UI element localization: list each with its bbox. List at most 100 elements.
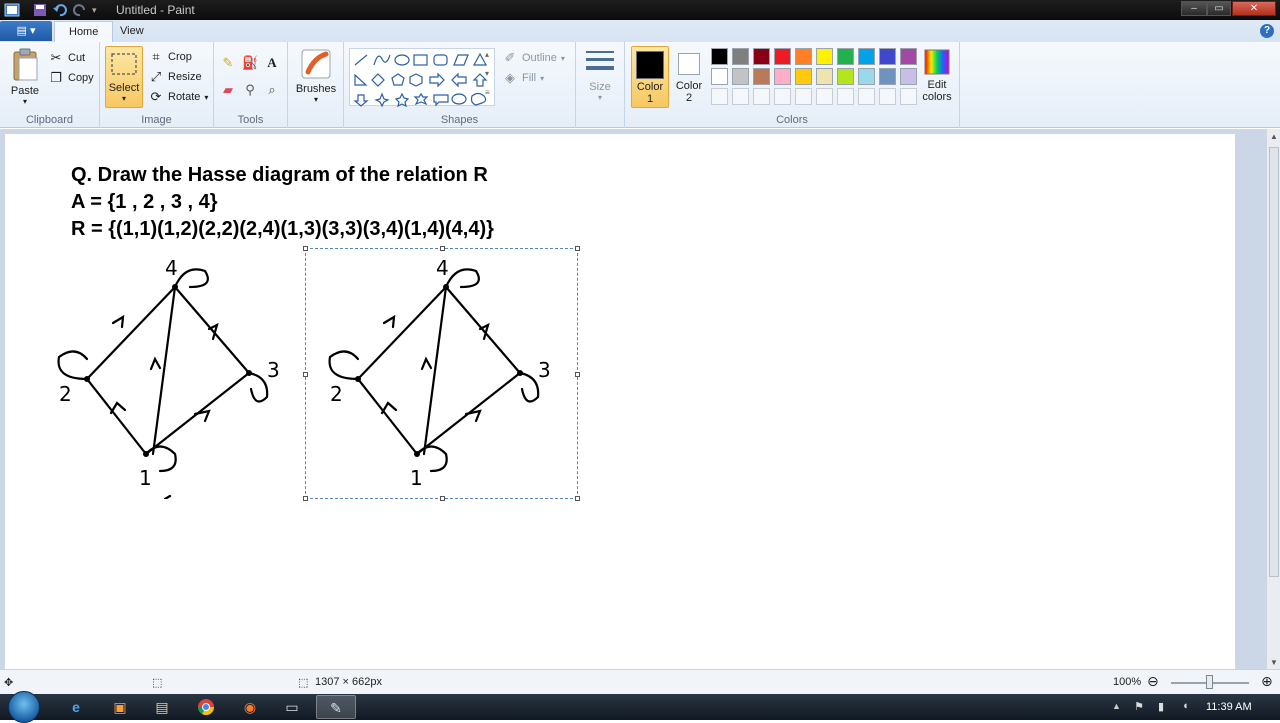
scrollbar-thumb[interactable] bbox=[1269, 147, 1279, 577]
redo-icon[interactable] bbox=[72, 2, 88, 18]
crop-button[interactable]: ⌗ Crop bbox=[148, 49, 192, 65]
file-explorer-icon[interactable]: ▤ bbox=[142, 695, 182, 719]
palette-color-swatch[interactable] bbox=[795, 68, 812, 85]
paint-taskbar-button[interactable]: ✎ bbox=[316, 695, 356, 719]
selection-handle-mr[interactable] bbox=[575, 372, 580, 377]
start-button[interactable] bbox=[8, 691, 40, 723]
volume-icon[interactable]: ◖ bbox=[1182, 700, 1189, 712]
palette-custom-swatch[interactable] bbox=[816, 88, 833, 105]
palette-custom-swatch[interactable] bbox=[732, 88, 749, 105]
zoom-slider-thumb[interactable] bbox=[1206, 675, 1213, 689]
palette-color-swatch[interactable] bbox=[774, 48, 791, 65]
palette-color-swatch[interactable] bbox=[711, 68, 728, 85]
paint-app-icon[interactable] bbox=[4, 2, 20, 18]
customize-quick-access-icon[interactable]: ▾ bbox=[92, 2, 108, 18]
resize-button[interactable]: ⤢ Resize bbox=[148, 69, 202, 85]
palette-color-swatch[interactable] bbox=[753, 48, 770, 65]
text-tool-icon[interactable]: A bbox=[264, 55, 280, 71]
selection-box[interactable]: 4 2 3 1 bbox=[303, 246, 580, 501]
close-button[interactable]: ✕ bbox=[1232, 1, 1276, 16]
selection-handle-bl[interactable] bbox=[303, 496, 308, 501]
internet-explorer-icon[interactable]: e bbox=[56, 695, 96, 719]
edit-colors-button[interactable]: Edit colors bbox=[917, 48, 957, 103]
maximize-button[interactable]: ▭ bbox=[1207, 1, 1231, 16]
palette-color-swatch[interactable] bbox=[879, 48, 896, 65]
palette-custom-swatch[interactable] bbox=[858, 88, 875, 105]
fill-bucket-icon[interactable]: ⛽ bbox=[242, 55, 258, 71]
selection-handle-tr[interactable] bbox=[575, 246, 580, 251]
palette-color-swatch[interactable] bbox=[837, 68, 854, 85]
zoom-out-icon[interactable]: ⊖ bbox=[1147, 673, 1159, 690]
zoom-in-icon[interactable]: ⊕ bbox=[1261, 673, 1273, 690]
palette-custom-swatch[interactable] bbox=[753, 88, 770, 105]
scroll-down-icon[interactable]: ▼ bbox=[1267, 658, 1280, 667]
vertical-scrollbar[interactable]: ▲ ▼ bbox=[1266, 129, 1280, 669]
palette-color-swatch[interactable] bbox=[711, 48, 728, 65]
select-dropdown-icon[interactable]: ▾ bbox=[106, 94, 142, 103]
palette-color-swatch[interactable] bbox=[816, 68, 833, 85]
palette-color-swatch[interactable] bbox=[837, 48, 854, 65]
palette-custom-swatch[interactable] bbox=[774, 88, 791, 105]
color2-button[interactable]: Color 2 bbox=[671, 46, 707, 108]
palette-custom-swatch[interactable] bbox=[795, 88, 812, 105]
taskbar-clock[interactable]: 11:39 AM bbox=[1206, 701, 1252, 713]
eraser-icon[interactable]: ▰ bbox=[220, 82, 236, 98]
palette-color-swatch[interactable] bbox=[774, 68, 791, 85]
tab-home[interactable]: Home bbox=[54, 21, 114, 42]
selection-handle-bm[interactable] bbox=[440, 496, 445, 501]
palette-color-swatch[interactable] bbox=[753, 68, 770, 85]
minimize-button[interactable]: – bbox=[1181, 1, 1207, 16]
cut-button[interactable]: ✂ Cut bbox=[48, 50, 86, 66]
selection-handle-tl[interactable] bbox=[303, 246, 308, 251]
scroll-up-icon[interactable]: ▲ bbox=[1267, 132, 1280, 141]
palette-color-swatch[interactable] bbox=[795, 48, 812, 65]
canvas-size-icon: ⬚ bbox=[298, 677, 309, 689]
network-icon[interactable]: ⚑ bbox=[1134, 700, 1144, 713]
selection-handle-br[interactable] bbox=[575, 496, 580, 501]
paste-button[interactable]: Paste ▾ bbox=[6, 48, 44, 106]
shapes-scroll-down-icon[interactable]: ▾ bbox=[485, 69, 489, 78]
size-button[interactable]: Size ▾ bbox=[580, 48, 620, 102]
undo-icon[interactable] bbox=[52, 2, 68, 18]
chrome-icon[interactable] bbox=[186, 695, 226, 719]
palette-custom-swatch[interactable] bbox=[837, 88, 854, 105]
palette-custom-swatch[interactable] bbox=[879, 88, 896, 105]
palette-color-swatch[interactable] bbox=[816, 48, 833, 65]
selection-handle-tm[interactable] bbox=[440, 246, 445, 251]
save-icon[interactable] bbox=[32, 2, 48, 18]
palette-color-swatch[interactable] bbox=[732, 48, 749, 65]
color1-button[interactable]: Color 1 bbox=[631, 46, 669, 108]
help-icon[interactable]: ? bbox=[1260, 24, 1274, 38]
window-switcher-icon[interactable]: ▭ bbox=[272, 695, 312, 719]
paste-dropdown-icon[interactable]: ▾ bbox=[6, 97, 44, 106]
magnifier-icon[interactable]: ⌕ bbox=[264, 82, 280, 98]
shapes-scroll-up-icon[interactable]: ▴ bbox=[485, 50, 489, 59]
palette-custom-swatch[interactable] bbox=[900, 88, 917, 105]
palette-color-swatch[interactable] bbox=[900, 48, 917, 65]
pencil-icon[interactable]: ✎ bbox=[220, 55, 236, 71]
brushes-button[interactable]: Brushes ▾ bbox=[294, 48, 338, 104]
palette-color-swatch[interactable] bbox=[858, 48, 875, 65]
palette-color-swatch[interactable] bbox=[858, 68, 875, 85]
copy-button[interactable]: ❐ Copy bbox=[48, 70, 94, 86]
show-hidden-icons-icon[interactable]: ▲ bbox=[1112, 701, 1121, 711]
selection-handle-ml[interactable] bbox=[303, 372, 308, 377]
file-menu-button[interactable]: ▤ ▾ bbox=[0, 21, 52, 41]
drawing-canvas[interactable]: Q. Draw the Hasse diagram of the relatio… bbox=[5, 134, 1235, 669]
firefox-icon[interactable]: ◉ bbox=[230, 695, 270, 719]
fill-button[interactable]: ◈ Fill ▾ bbox=[502, 70, 544, 86]
battery-icon[interactable]: ▮ bbox=[1158, 700, 1164, 713]
palette-color-swatch[interactable] bbox=[900, 68, 917, 85]
color-picker-icon[interactable]: ⚲ bbox=[242, 82, 258, 98]
palette-custom-swatch[interactable] bbox=[711, 88, 728, 105]
shapes-gallery[interactable] bbox=[349, 48, 495, 108]
tab-view[interactable]: View bbox=[106, 21, 158, 42]
outline-button[interactable]: ✐ Outline ▾ bbox=[502, 50, 565, 66]
shapes-expand-icon[interactable]: ≡ bbox=[485, 88, 490, 97]
media-player-icon[interactable]: ▣ bbox=[100, 695, 140, 719]
palette-color-swatch[interactable] bbox=[732, 68, 749, 85]
select-button[interactable]: Select ▾ bbox=[105, 46, 143, 108]
rotate-button[interactable]: ⟳ Rotate ▾ bbox=[148, 89, 209, 105]
node-label-3: 3 bbox=[267, 358, 280, 382]
palette-color-swatch[interactable] bbox=[879, 68, 896, 85]
